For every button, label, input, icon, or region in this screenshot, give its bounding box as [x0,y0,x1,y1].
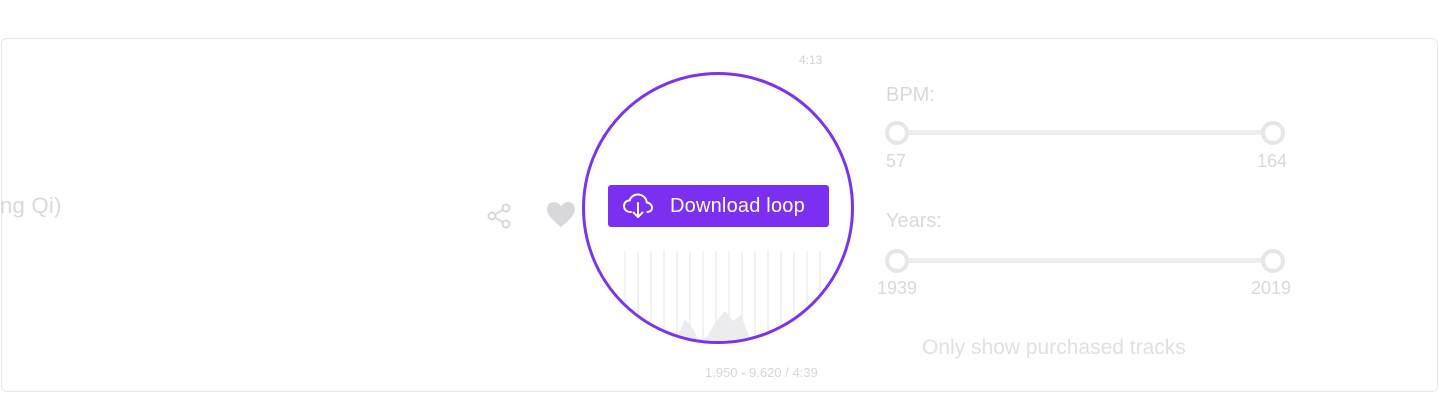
download-loop-button[interactable]: Download loop [608,185,829,227]
cloud-download-icon [622,192,654,220]
years-label: Years: [886,210,942,232]
share-icon[interactable] [486,202,514,230]
bpm-slider-track[interactable] [897,130,1273,135]
bpm-min-handle[interactable] [885,121,909,145]
loop-range-readout: 1.950 - 9.620 / 4:39 [705,365,818,380]
bpm-min-value: 57 [886,151,907,171]
bpm-max-value: 164 [1257,151,1288,171]
years-slider-track[interactable] [897,258,1273,263]
only-purchased-toggle[interactable]: Only show purchased tracks [922,336,1186,360]
bpm-label: BPM: [886,84,935,106]
years-max-handle[interactable] [1261,249,1285,273]
heart-icon[interactable] [545,199,577,231]
download-loop-label: Download loop [670,194,805,217]
track-duration: 4:13 [799,53,823,67]
bpm-max-handle[interactable] [1261,121,1285,145]
track-title[interactable]: ng Qi) [0,193,62,219]
years-min-value: 1939 [877,278,918,298]
years-max-value: 2019 [1251,278,1292,298]
years-min-handle[interactable] [885,249,909,273]
